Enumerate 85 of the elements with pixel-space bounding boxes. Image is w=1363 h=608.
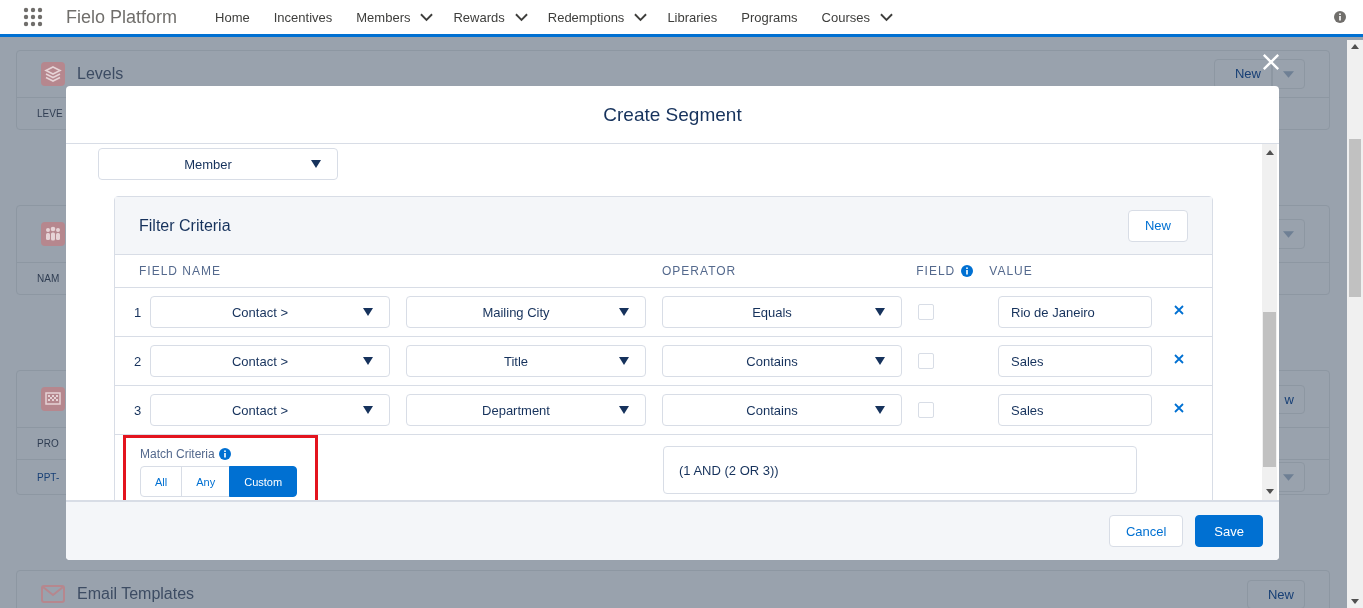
nav-item[interactable]: Home	[215, 9, 250, 25]
caret-icon	[1283, 70, 1294, 78]
info-icon[interactable]	[961, 265, 974, 277]
table-cell: NAM	[37, 273, 60, 284]
field-select[interactable]: Title	[406, 345, 646, 377]
column-header: FIELD NAME	[139, 264, 221, 278]
chevron-down-icon[interactable]	[420, 12, 434, 22]
cancel-button[interactable]: Cancel	[1108, 515, 1184, 547]
segment-button[interactable]: Any	[181, 466, 231, 497]
scroll-down-icon[interactable]	[1351, 599, 1359, 604]
value-input[interactable]: Sales	[998, 345, 1152, 377]
save-button[interactable]: Save	[1195, 515, 1263, 547]
envelope-icon	[41, 582, 65, 606]
people-icon	[41, 222, 65, 246]
field-select[interactable]: Mailing City	[406, 296, 646, 328]
close-icon[interactable]	[1174, 305, 1184, 315]
caret-icon	[619, 357, 629, 365]
checkbox[interactable]	[918, 304, 934, 320]
value-input[interactable]: Sales	[998, 394, 1152, 426]
nav-item[interactable]: Incentives	[273, 9, 333, 25]
checkbox[interactable]	[918, 353, 934, 369]
nav-item[interactable]: Members	[356, 9, 411, 25]
app-launcher-icon[interactable]	[23, 7, 43, 27]
caret-icon	[619, 308, 629, 316]
row-number: 3	[134, 402, 143, 418]
row-number: 1	[134, 304, 143, 320]
object-select[interactable]: Member	[98, 148, 338, 180]
nav-item[interactable]: Rewards	[453, 9, 505, 25]
close-icon[interactable]	[1174, 403, 1184, 413]
chevron-down-icon[interactable]	[880, 12, 893, 22]
chevron-down-icon[interactable]	[634, 12, 648, 22]
checkbox[interactable]	[918, 402, 934, 418]
caret-icon	[363, 406, 373, 414]
table-cell[interactable]: PPT-	[37, 471, 60, 483]
object-select[interactable]: Contact >	[150, 345, 390, 377]
info-icon[interactable]	[1334, 11, 1346, 23]
row-number: 2	[134, 353, 143, 369]
card-title: Email Templates	[77, 585, 195, 603]
nav-item[interactable]: Libraries	[667, 9, 718, 25]
new-button[interactable]: New	[1247, 579, 1305, 608]
field-select[interactable]: Department	[406, 394, 646, 426]
scrollbar-thumb[interactable]	[1349, 139, 1361, 297]
caret-icon	[363, 357, 373, 365]
scrollbar[interactable]	[1262, 144, 1277, 500]
operator-select[interactable]: Equals	[662, 296, 902, 328]
info-icon[interactable]	[218, 448, 231, 460]
nav-item[interactable]: Redemptions	[547, 9, 625, 25]
layers-icon	[41, 62, 65, 86]
app-name: Fielo Platform	[66, 6, 178, 28]
value-input[interactable]: Rio de Janeiro	[998, 296, 1152, 328]
new-button[interactable]: New	[1128, 209, 1188, 242]
caret-icon	[363, 308, 373, 316]
scrollbar-thumb[interactable]	[1263, 312, 1276, 467]
column-header: VALUE	[989, 264, 1033, 278]
caret-icon	[619, 406, 629, 414]
scroll-down-icon[interactable]	[1265, 489, 1274, 494]
scroll-up-icon[interactable]	[1351, 44, 1359, 49]
column-header: OPERATOR	[662, 264, 737, 278]
segment-button[interactable]: All	[140, 466, 183, 497]
nav-item[interactable]: Courses	[821, 9, 870, 25]
flag-icon	[41, 387, 65, 411]
caret-icon	[875, 406, 885, 414]
card-title: Levels	[77, 65, 124, 83]
field-label: Match Criteria	[140, 447, 215, 461]
caret-icon	[1283, 230, 1294, 238]
scroll-up-icon[interactable]	[1265, 150, 1274, 155]
modal-title: Create Segment	[603, 103, 742, 126]
table-cell: PRO	[37, 438, 59, 449]
caret-icon	[1283, 473, 1294, 481]
caret-icon	[875, 308, 885, 316]
table-cell: LEVE	[37, 108, 63, 119]
caret-icon	[311, 160, 321, 168]
card-title: Filter Criteria	[139, 216, 231, 235]
nav-item[interactable]: Programs	[741, 9, 798, 25]
object-select[interactable]: Contact >	[150, 296, 390, 328]
object-select[interactable]: Contact >	[150, 394, 390, 426]
logic-input[interactable]: (1 AND (2 OR 3))	[663, 446, 1137, 494]
chevron-down-icon[interactable]	[514, 12, 528, 22]
close-icon[interactable]	[1174, 354, 1184, 364]
scrollbar[interactable]	[1347, 40, 1363, 608]
column-header: FIELD	[916, 264, 956, 278]
segment-button[interactable]: Custom	[229, 466, 298, 497]
caret-icon	[875, 357, 885, 365]
operator-select[interactable]: Contains	[662, 345, 902, 377]
operator-select[interactable]: Contains	[662, 394, 902, 426]
